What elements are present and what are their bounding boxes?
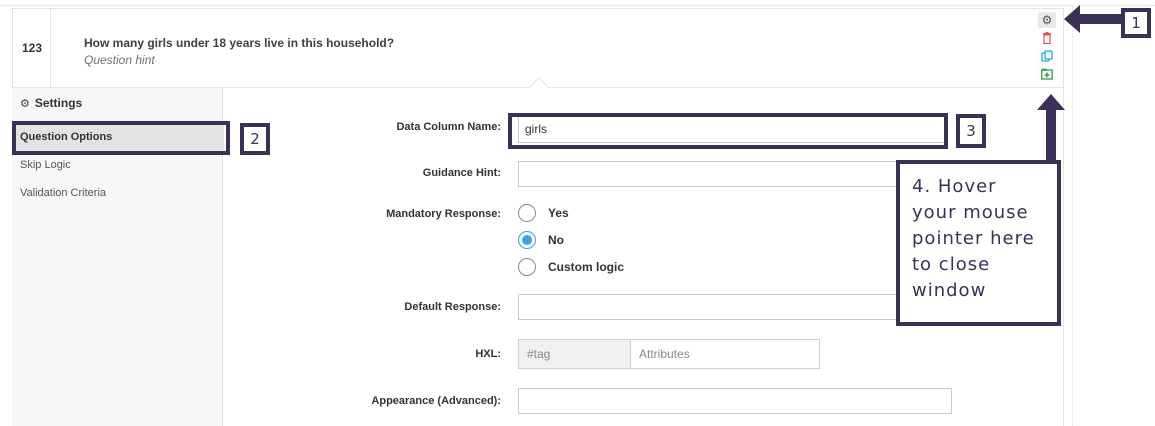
radio-yes[interactable] xyxy=(518,204,536,222)
default-response-label: Default Response: xyxy=(404,301,501,313)
hxl-tag-input[interactable]: #tag xyxy=(518,339,630,369)
guidance-hint-label: Guidance Hint: xyxy=(422,167,501,179)
add-to-library-icon[interactable] xyxy=(1038,66,1056,82)
hxl-attributes-input[interactable]: Attributes xyxy=(630,339,820,369)
question-label[interactable]: How many girls under 18 years live in th… xyxy=(84,36,394,50)
top-edge xyxy=(0,0,1155,6)
question-row[interactable]: 123 How many girls under 18 years live i… xyxy=(12,8,1064,88)
copy-icon[interactable] xyxy=(1038,48,1056,64)
question-number-cell: 123 xyxy=(13,9,51,87)
appearance-label: Appearance (Advanced): xyxy=(371,395,501,407)
arrow-left-icon xyxy=(1064,5,1122,33)
sidebar-item-validation-criteria[interactable]: Validation Criteria xyxy=(20,187,106,199)
annotation-callout-close-window: 4. Hover your mouse pointer here to clos… xyxy=(896,160,1061,326)
annotation-number-1: 1 xyxy=(1121,8,1151,38)
annotation-box-question-options xyxy=(12,121,230,155)
mandatory-response-label: Mandatory Response: xyxy=(386,208,501,220)
radio-no[interactable] xyxy=(518,231,536,249)
radio-yes-label[interactable]: Yes xyxy=(548,206,569,220)
annotation-number-3: 3 xyxy=(956,114,986,148)
question-hint[interactable]: Question hint xyxy=(84,53,155,67)
settings-title-text: Settings xyxy=(34,96,83,110)
sidebar-item-skip-logic[interactable]: Skip Logic xyxy=(20,159,71,171)
default-response-input[interactable] xyxy=(518,294,898,320)
settings-title: ⚙ Settings xyxy=(20,96,82,110)
appearance-input[interactable] xyxy=(518,388,952,414)
guidance-hint-input[interactable] xyxy=(518,161,898,187)
annotation-number-2: 2 xyxy=(240,123,270,155)
annotation-box-data-column xyxy=(508,113,948,149)
gear-icon[interactable]: ⚙ xyxy=(1038,12,1056,28)
trash-icon[interactable] xyxy=(1038,30,1056,46)
radio-custom-logic-label[interactable]: Custom logic xyxy=(548,260,624,274)
hxl-label: HXL: xyxy=(475,348,501,360)
callout-text: 4. Hover your mouse pointer here to clos… xyxy=(912,176,1035,301)
question-number: 123 xyxy=(21,41,43,55)
gear-icon: ⚙ xyxy=(20,98,30,110)
radio-custom-logic[interactable] xyxy=(518,258,536,276)
radio-no-label[interactable]: No xyxy=(548,233,564,247)
arrow-up-icon xyxy=(1037,94,1065,160)
question-actions: ⚙ xyxy=(1036,10,1058,86)
data-column-label: Data Column Name: xyxy=(396,121,501,133)
right-edge xyxy=(1072,6,1073,426)
